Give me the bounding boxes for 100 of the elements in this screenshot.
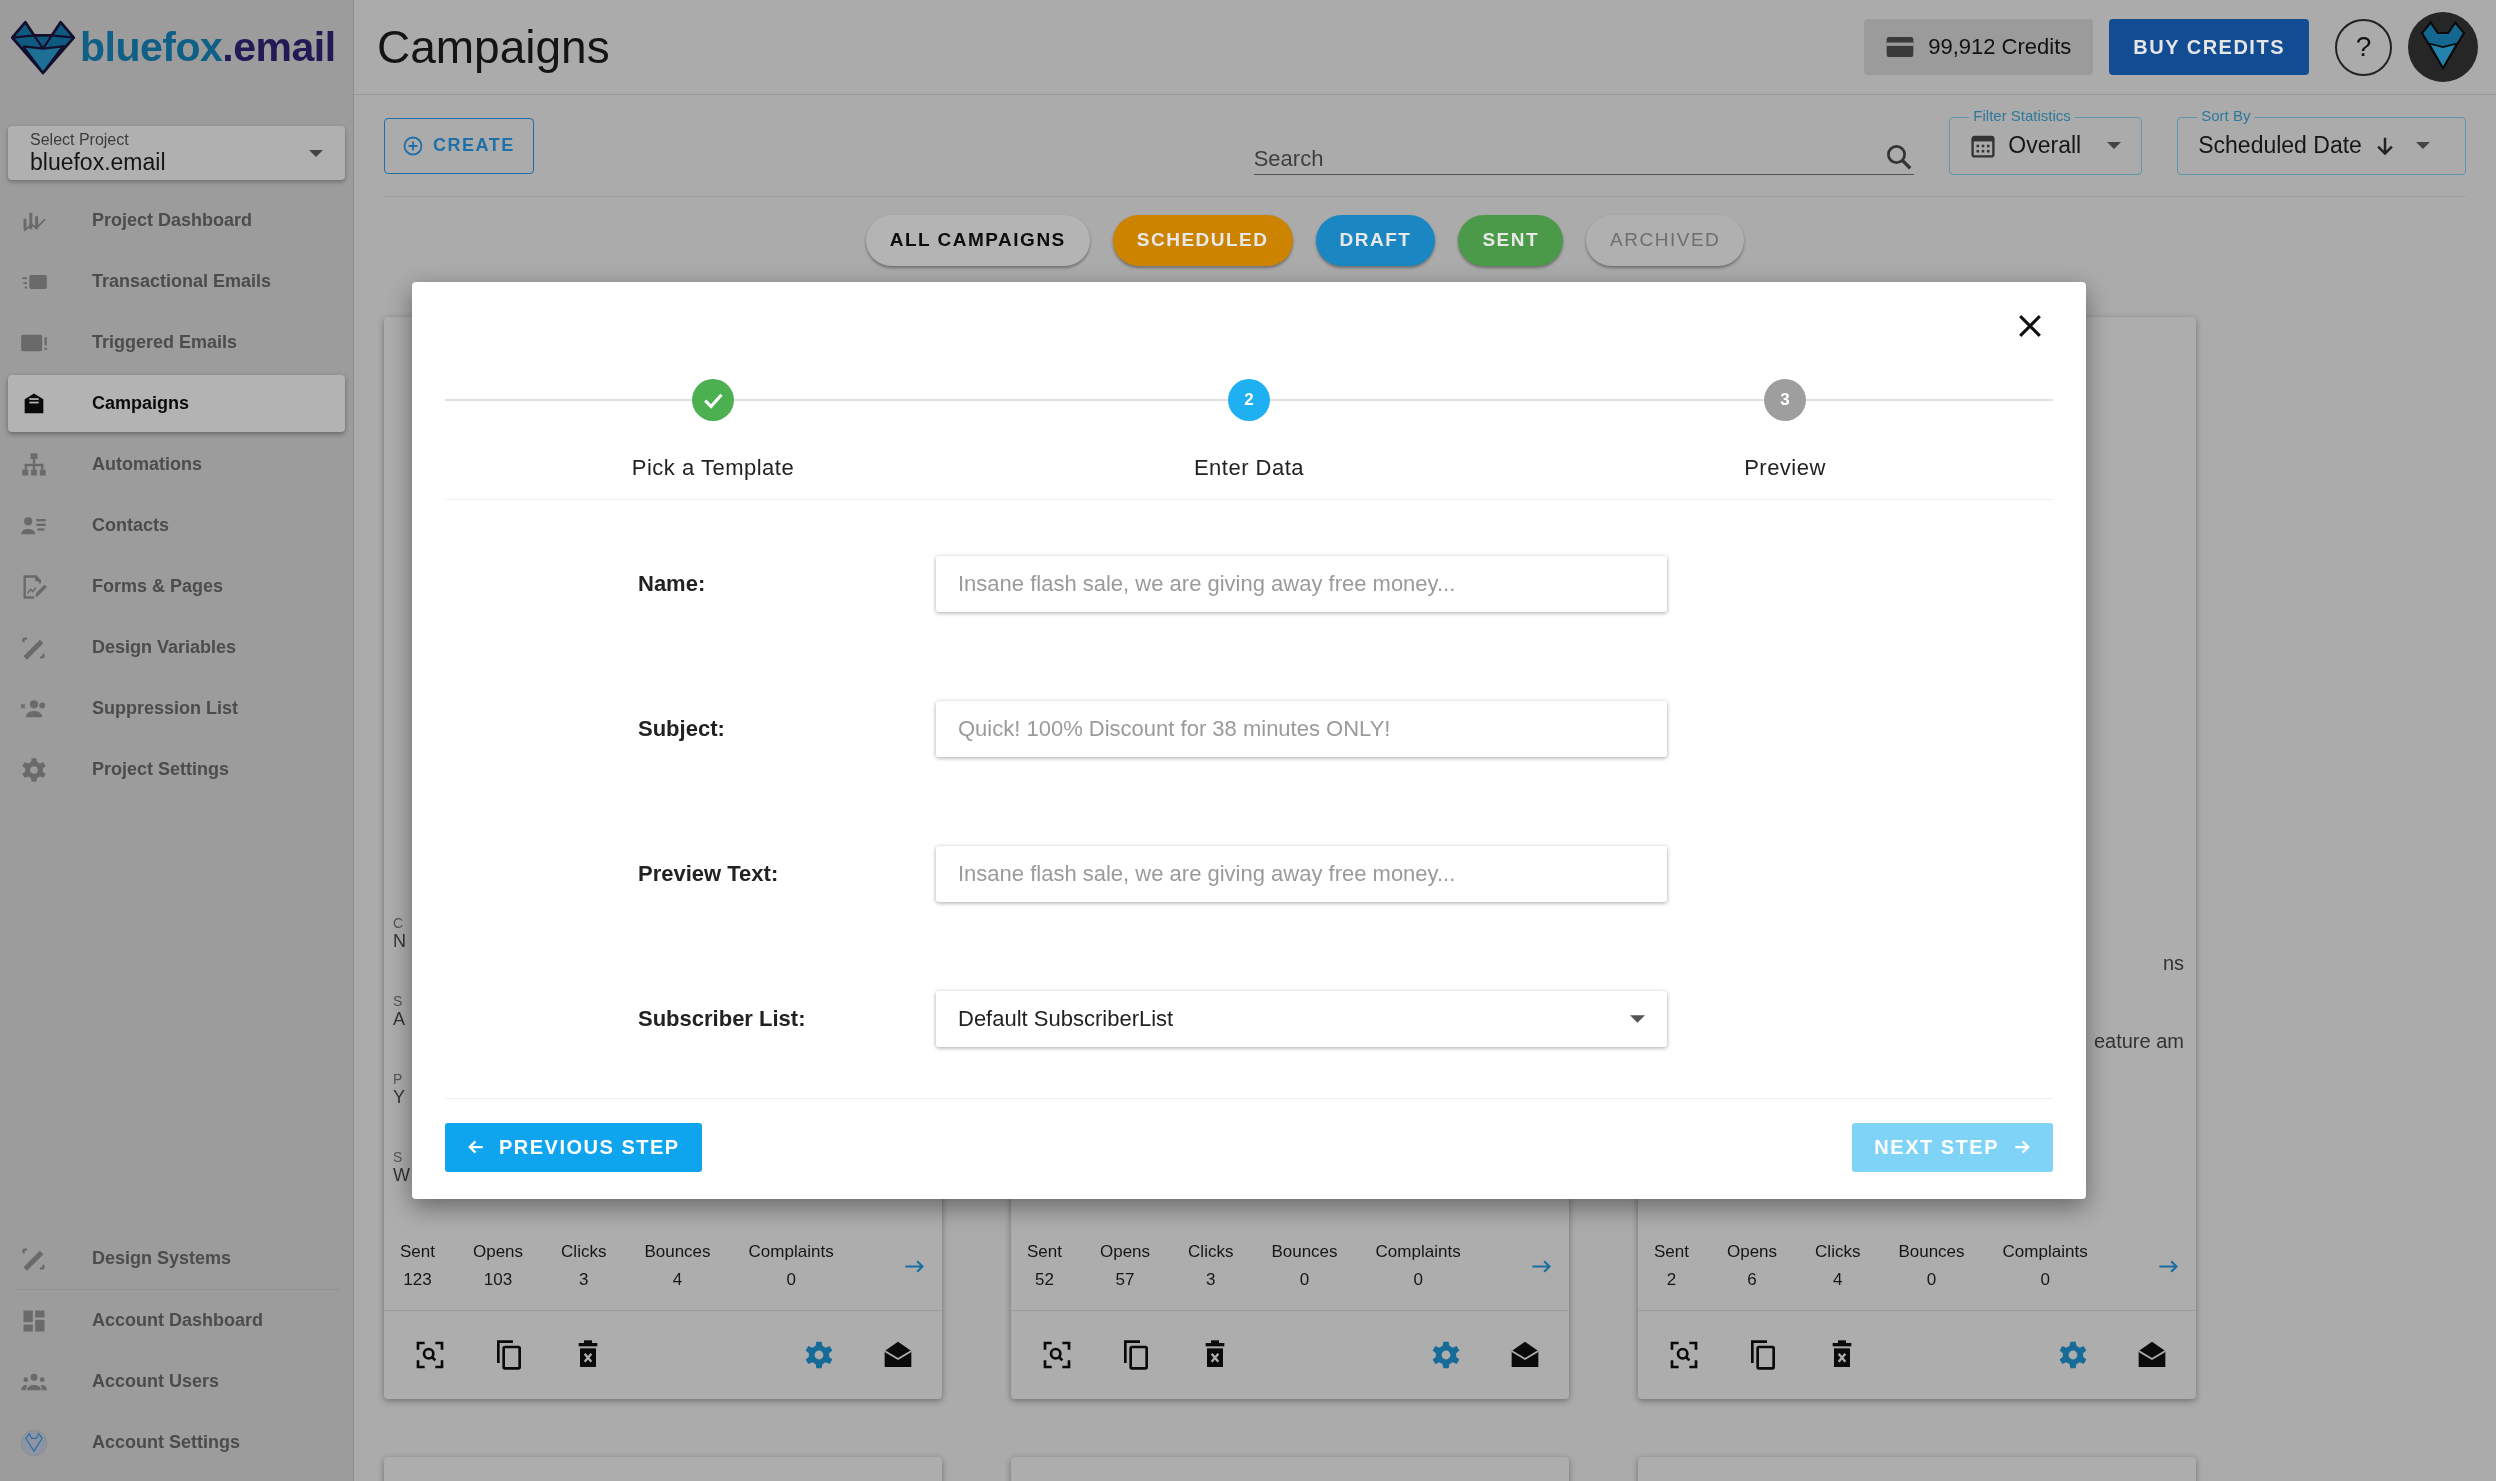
stat-value: 4: [672, 1270, 683, 1290]
nav-item[interactable]: Triggered Emails: [8, 314, 345, 371]
stat-label: Clicks: [1188, 1242, 1234, 1262]
stat-value: 0: [1413, 1270, 1423, 1290]
stat-label: Opens: [1727, 1242, 1778, 1262]
caret-icon: [1630, 1015, 1645, 1023]
field-value: W: [393, 1165, 410, 1186]
settings-icon[interactable]: [2057, 1339, 2089, 1371]
stat-value: 103: [483, 1270, 513, 1290]
page-title: Campaigns: [377, 20, 611, 74]
buy-credits-button[interactable]: BUY CREDITS: [2109, 19, 2309, 75]
search-field[interactable]: Search: [1253, 145, 1885, 172]
stat-value: 123: [403, 1270, 432, 1290]
field-label: S: [393, 993, 403, 1009]
field-label: Preview Text:: [638, 861, 780, 887]
select-field[interactable]: Default SubscriberList: [936, 991, 1667, 1047]
stat-value: 0: [1299, 1270, 1310, 1290]
logo-text: bluefox.email: [80, 23, 336, 71]
stat-value: 0: [1926, 1270, 1937, 1290]
settings-icon[interactable]: [803, 1339, 835, 1371]
stat-value: 57: [1115, 1270, 1135, 1290]
stat-value: 52: [1035, 1270, 1054, 1290]
close-icon: [2016, 312, 2044, 340]
zoom-scan-icon[interactable]: [1041, 1339, 1073, 1371]
filter-chip[interactable]: SENT: [1458, 214, 1564, 266]
nav-item[interactable]: Project Dashboard: [8, 192, 345, 249]
nav-item[interactable]: Account Dashboard: [8, 1292, 345, 1349]
stat-label: Opens: [1100, 1242, 1151, 1262]
field-value: N: [393, 931, 406, 952]
caret-icon: [2107, 142, 2122, 149]
nav-item[interactable]: Contacts: [8, 497, 345, 554]
credit-card-icon: [1886, 37, 1915, 57]
stat-label: Bounces: [1898, 1242, 1965, 1262]
fox-avatar-icon: [20, 1428, 48, 1457]
stat-label: Sent: [1027, 1242, 1062, 1262]
stat-label: Clicks: [1815, 1242, 1861, 1262]
stat-value: 3: [579, 1270, 589, 1290]
field-label: Name:: [638, 571, 707, 597]
stat-label: Bounces: [644, 1242, 711, 1262]
help-button[interactable]: ?: [2335, 18, 2392, 76]
nav-item[interactable]: Account Settings: [8, 1414, 345, 1471]
stat-label: Sent: [400, 1242, 435, 1262]
nav-item[interactable]: Forms & Pages: [8, 558, 345, 615]
nav-item[interactable]: Automations: [8, 436, 345, 493]
stat-label: Clicks: [561, 1242, 607, 1262]
field-value: ns: [2162, 952, 2184, 975]
zoom-scan-icon[interactable]: [414, 1339, 446, 1371]
stat-value: 4: [1833, 1270, 1843, 1290]
sitemap-icon: [20, 450, 48, 479]
nav-item[interactable]: Transactional Emails: [8, 253, 345, 310]
field-label: C: [393, 915, 404, 931]
text-field[interactable]: Insane flash sale, we are giving away free money...: [936, 556, 1667, 612]
nav-item[interactable]: Design Systems: [8, 1230, 345, 1287]
field-label: S: [393, 1149, 403, 1165]
fox-logo-icon: [10, 19, 76, 75]
nav-item[interactable]: Suppression List: [8, 680, 345, 737]
field-value: A: [393, 1009, 405, 1030]
nav-item[interactable]: Campaigns: [8, 375, 345, 432]
step-label: Enter Data: [1193, 455, 1305, 481]
project-select[interactable]: Select Project bluefox.email: [8, 126, 345, 180]
nav-item[interactable]: Design Variables: [8, 619, 345, 676]
stat-label: Bounces: [1271, 1242, 1338, 1262]
gear-icon: [20, 755, 48, 784]
zoom-scan-icon[interactable]: [1668, 1339, 1700, 1371]
field-label: Subject:: [638, 716, 726, 742]
stat-label: Complaints: [748, 1242, 834, 1262]
filter-chip[interactable]: SCHEDULED: [1112, 214, 1293, 266]
settings-icon[interactable]: [1430, 1339, 1462, 1371]
create-button[interactable]: CREATE: [384, 117, 534, 174]
stat-label: Opens: [473, 1242, 524, 1262]
field-value: Y: [393, 1087, 405, 1108]
stat-value: 0: [2040, 1270, 2050, 1290]
credits-text: 99,912 Credits: [1928, 34, 2072, 60]
stat-value: 2: [1666, 1270, 1677, 1290]
text-field[interactable]: Quick! 100% Discount for 38 minutes ONLY!: [936, 701, 1667, 757]
stat-label: Sent: [1654, 1242, 1689, 1262]
stat-value: 0: [786, 1270, 796, 1290]
plus-circle-icon: [403, 135, 423, 156]
fox-avatar-icon[interactable]: [2408, 12, 2478, 82]
arrow-left-icon: [467, 1138, 485, 1156]
step-label: Preview: [1744, 455, 1826, 481]
step-indicator: 2: [1228, 379, 1270, 421]
caret-icon: [2415, 142, 2430, 149]
stat-value: 6: [1747, 1270, 1757, 1290]
arrow-right-icon: [2013, 1138, 2031, 1156]
step-indicator: 3: [1764, 379, 1806, 421]
previous-step-button[interactable]: PREVIOUS STEP: [445, 1122, 702, 1172]
nav-item[interactable]: Account Users: [8, 1353, 345, 1410]
filter-chip[interactable]: ALL CAMPAIGNS: [865, 214, 1090, 266]
filter-chip[interactable]: DRAFT: [1315, 214, 1436, 266]
field-value: eature am: [2093, 1030, 2184, 1053]
stat-value: 3: [1206, 1270, 1216, 1290]
step-label: Pick a Template: [631, 455, 795, 481]
stat-label: Complaints: [1375, 1242, 1461, 1262]
stat-label: Complaints: [2002, 1242, 2088, 1262]
field-label: P: [393, 1071, 403, 1087]
text-field[interactable]: Insane flash sale, we are giving away free money...: [936, 846, 1667, 902]
caret-icon: [309, 149, 323, 157]
nav-item[interactable]: Project Settings: [8, 741, 345, 798]
field-label: Subscriber List:: [638, 1006, 807, 1032]
